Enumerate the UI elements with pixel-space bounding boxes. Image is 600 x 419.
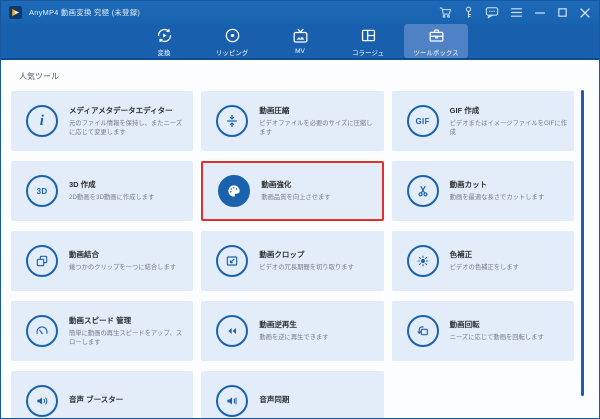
main-nav: 変換 リッピング MV コラージュ xyxy=(1,24,599,60)
tool-title: 動画結合 xyxy=(69,249,176,260)
tool-title: 動画逆再生 xyxy=(259,319,328,330)
tool-card-audio-booster[interactable]: 音声 ブースター xyxy=(11,371,193,418)
tab-label: リッピング xyxy=(216,47,249,57)
tab-ripping[interactable]: リッピング xyxy=(200,24,264,58)
tool-title: 3D 作成 xyxy=(69,179,154,190)
maximize-button[interactable] xyxy=(557,7,568,18)
menu-icon[interactable] xyxy=(510,7,523,18)
close-button[interactable] xyxy=(579,7,591,19)
tool-card-audio-sync[interactable]: 音声同期 xyxy=(201,371,383,418)
collage-icon xyxy=(359,26,378,45)
window-title: AnyMP4 動画変換 究極 (未登録) xyxy=(29,7,439,18)
tab-label: 変換 xyxy=(158,47,171,57)
tool-card-video-speed-controller[interactable]: 動画スピード 管理 簡単に動画の再生スピードをアップ、スローします xyxy=(11,301,193,361)
info-icon: i xyxy=(26,105,58,137)
tool-desc: 簡単に動画の再生スピードをアップ、スローします xyxy=(69,329,187,347)
rotate-icon xyxy=(407,315,439,347)
tool-title: GIF 作成 xyxy=(450,105,568,116)
tab-label: MV xyxy=(295,48,305,55)
tv-icon xyxy=(291,27,310,46)
section-title: 人気ツール xyxy=(19,71,599,82)
tab-convert[interactable]: 変換 xyxy=(132,24,196,58)
tool-desc: 動画を最適な長さでカットします xyxy=(450,193,544,202)
tool-desc: ニーズに応じて動画を回転します xyxy=(450,333,544,342)
tool-desc: 動画を逆に再生できます xyxy=(259,333,328,342)
tab-label: ツールボックス xyxy=(413,47,458,57)
tool-title: 動画回転 xyxy=(450,319,544,330)
3d-icon: 3D xyxy=(26,175,58,207)
tool-card-3d-maker[interactable]: 3D 3D 作成 2D動画を3D動画に作成します xyxy=(11,161,193,221)
tool-card-color-correction[interactable]: 色補正 ビデオの色補正をします xyxy=(392,231,574,291)
tool-desc: 元のファイル情報を保持し、またニーズに応じて変更します xyxy=(69,119,187,137)
tool-desc: ビデオファイルを必要のサイズに圧縮します xyxy=(259,119,377,137)
tool-title: 動画カット xyxy=(450,179,544,190)
app-window: AnyMP4 動画変換 究極 (未登録) xyxy=(0,0,600,419)
tab-collage[interactable]: コラージュ xyxy=(336,24,400,58)
tool-title: 動画クロップ xyxy=(259,249,353,260)
register-key-icon[interactable] xyxy=(463,6,474,19)
cart-icon[interactable] xyxy=(439,6,452,19)
tool-card-video-cutter[interactable]: 動画カット 動画を最適な長さでカットします xyxy=(392,161,574,221)
tab-toolbox[interactable]: ツールボックス xyxy=(404,24,468,58)
minimize-button[interactable] xyxy=(534,7,546,18)
tools-grid: i メディアメタデータエディター 元のファイル情報を保持し、またニーズに応じて変… xyxy=(11,91,574,418)
rewind-icon xyxy=(216,315,248,347)
tool-title: 動画強化 xyxy=(261,179,330,190)
tool-title: 音声同期 xyxy=(259,394,289,405)
tool-title: 動画スピード 管理 xyxy=(69,315,187,326)
scissors-icon xyxy=(407,175,439,207)
tool-desc: ビデオまたはイメージファイルをGIFに作成 xyxy=(450,119,568,137)
gif-icon: GIF xyxy=(407,105,439,137)
tool-title: メディアメタデータエディター xyxy=(69,105,187,116)
tool-card-metadata-editor[interactable]: i メディアメタデータエディター 元のファイル情報を保持し、またニーズに応じて変… xyxy=(11,91,193,151)
anymp4-logo-icon xyxy=(9,6,22,19)
tab-mv[interactable]: MV xyxy=(268,24,332,58)
tool-card-video-crop[interactable]: 動画クロップ ビデオの冗長期間を切り取ります xyxy=(201,231,383,291)
tool-title: 音声 ブースター xyxy=(69,394,123,405)
palette-icon xyxy=(218,175,250,207)
speaker-sync-icon xyxy=(216,385,248,417)
tool-title: 動画圧縮 xyxy=(259,105,377,116)
speaker-icon xyxy=(26,385,58,417)
tool-card-video-enhancer[interactable]: 動画強化 動画品質を向上させます xyxy=(201,161,383,221)
merge-icon xyxy=(26,245,58,277)
vertical-scrollbar[interactable] xyxy=(581,90,584,396)
tool-desc: ビデオの冗長期間を切り取ります xyxy=(259,263,353,272)
crop-icon xyxy=(216,245,248,277)
tool-card-video-rotator[interactable]: 動画回転 ニーズに応じて動画を回転します xyxy=(392,301,574,361)
speedometer-icon xyxy=(26,315,58,347)
feedback-icon[interactable] xyxy=(485,6,499,19)
tool-title: 色補正 xyxy=(450,249,519,260)
tool-desc: 2D動画を3D動画に作成します xyxy=(69,193,154,202)
disc-icon xyxy=(223,26,242,45)
tool-card-video-compressor[interactable]: 動画圧縮 ビデオファイルを必要のサイズに圧縮します xyxy=(201,91,383,151)
tool-card-video-reverser[interactable]: 動画逆再生 動画を逆に再生できます xyxy=(201,301,383,361)
toolbox-icon xyxy=(427,26,446,45)
tab-label: コラージュ xyxy=(352,47,384,57)
compress-icon xyxy=(216,105,248,137)
tool-card-gif-maker[interactable]: GIF GIF 作成 ビデオまたはイメージファイルをGIFに作成 xyxy=(392,91,574,151)
tool-desc: 動画品質を向上させます xyxy=(261,193,330,202)
title-bar: AnyMP4 動画変換 究極 (未登録) xyxy=(1,1,599,24)
sun-icon xyxy=(407,245,439,277)
tool-card-video-merger[interactable]: 動画結合 幾つかのクリップを一つに結合します xyxy=(11,231,193,291)
tool-desc: ビデオの色補正をします xyxy=(450,263,519,272)
toolbox-panel: 人気ツール i メディアメタデータエディター 元のファイル情報を保持し、またニー… xyxy=(1,62,599,418)
convert-icon xyxy=(155,26,174,45)
tool-desc: 幾つかのクリップを一つに結合します xyxy=(69,263,176,272)
